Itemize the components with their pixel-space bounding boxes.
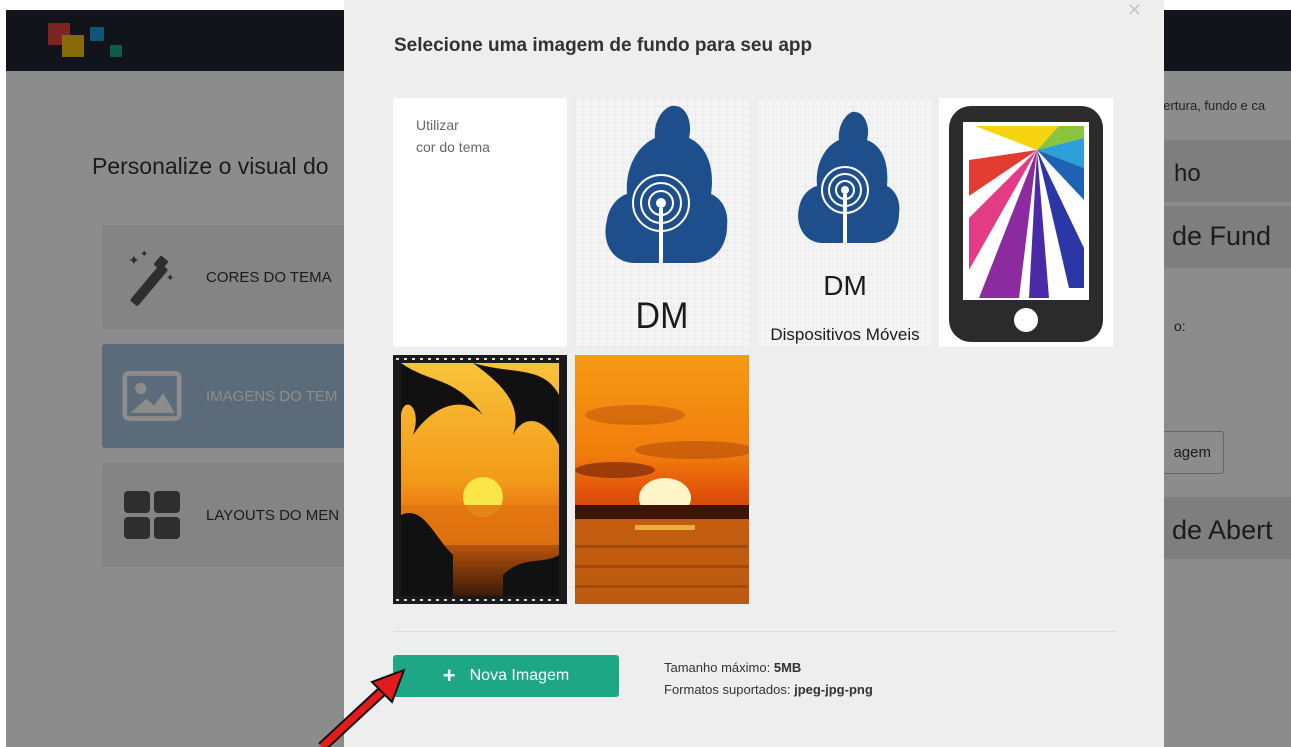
cloud-antenna-logo: DM Dispositivos Móveis	[757, 98, 931, 347]
dm-caption: DM	[823, 270, 867, 301]
image-tile-phone[interactable]	[939, 98, 1113, 347]
phone-logo	[949, 106, 1103, 342]
image-tile-sea-sunset[interactable]	[575, 355, 749, 604]
tile-line: cor do tema	[416, 139, 490, 155]
formats-value: jpeg-jpg-png	[794, 682, 873, 697]
image-tile-dm-dispositivos[interactable]: DM Dispositivos Móveis	[757, 98, 931, 347]
cloud-antenna-logo: DM	[575, 98, 749, 347]
plus-icon: +	[442, 663, 456, 688]
image-picker-modal: ✕ Selecione uma imagem de fundo para seu…	[344, 0, 1164, 747]
theme-color-tile[interactable]: Utilizar cor do tema	[393, 98, 567, 347]
divider	[393, 631, 1117, 632]
new-image-button[interactable]: + Nova Imagem	[393, 655, 619, 697]
max-size-value: 5MB	[773, 660, 802, 675]
image-tile-palm-sunset[interactable]	[393, 355, 567, 604]
tile-line: Utilizar	[416, 117, 459, 133]
close-icon[interactable]: ✕	[1127, 0, 1142, 21]
dm-caption: DM	[636, 294, 689, 336]
sea-sunset-image	[575, 355, 749, 604]
annotation-arrow-icon	[318, 668, 406, 747]
palm-sunset-image	[393, 355, 567, 604]
modal-title: Selecione uma imagem de fundo para seu a…	[394, 35, 813, 56]
image-tile-dm[interactable]: DM	[575, 98, 749, 347]
max-size-label: Tamanho máximo:	[664, 660, 771, 675]
dispositivos-caption: Dispositivos Móveis	[770, 325, 919, 344]
new-image-label: Nova Imagem	[469, 667, 570, 684]
formats-label: Formatos suportados:	[664, 682, 791, 697]
upload-info: Tamanho máximo: 5MB Formatos suportados:…	[664, 657, 873, 701]
